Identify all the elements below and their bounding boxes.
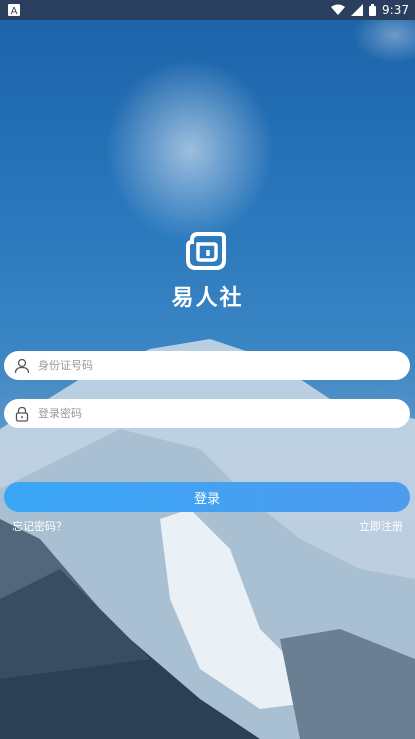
- id-number-field[interactable]: [4, 351, 410, 380]
- battery-icon: [369, 4, 377, 16]
- password-input[interactable]: [38, 407, 378, 420]
- notification-a-icon: A: [8, 4, 20, 16]
- id-number-input[interactable]: [38, 359, 378, 372]
- wifi-icon: [331, 4, 346, 15]
- app-name: 易人社: [171, 286, 244, 311]
- status-time: 9:37: [382, 3, 409, 17]
- status-bar: A 9:37: [0, 0, 415, 20]
- password-field[interactable]: [4, 399, 410, 428]
- user-icon: [14, 358, 30, 373]
- svg-text:A: A: [11, 6, 18, 16]
- lock-icon: [15, 406, 29, 422]
- app-logo-icon: [186, 232, 226, 270]
- login-button[interactable]: 登录: [4, 482, 410, 512]
- signal-icon: [351, 4, 364, 16]
- forgot-password-link[interactable]: 忘记密码？: [12, 518, 67, 534]
- register-link[interactable]: 立即注册: [359, 518, 403, 534]
